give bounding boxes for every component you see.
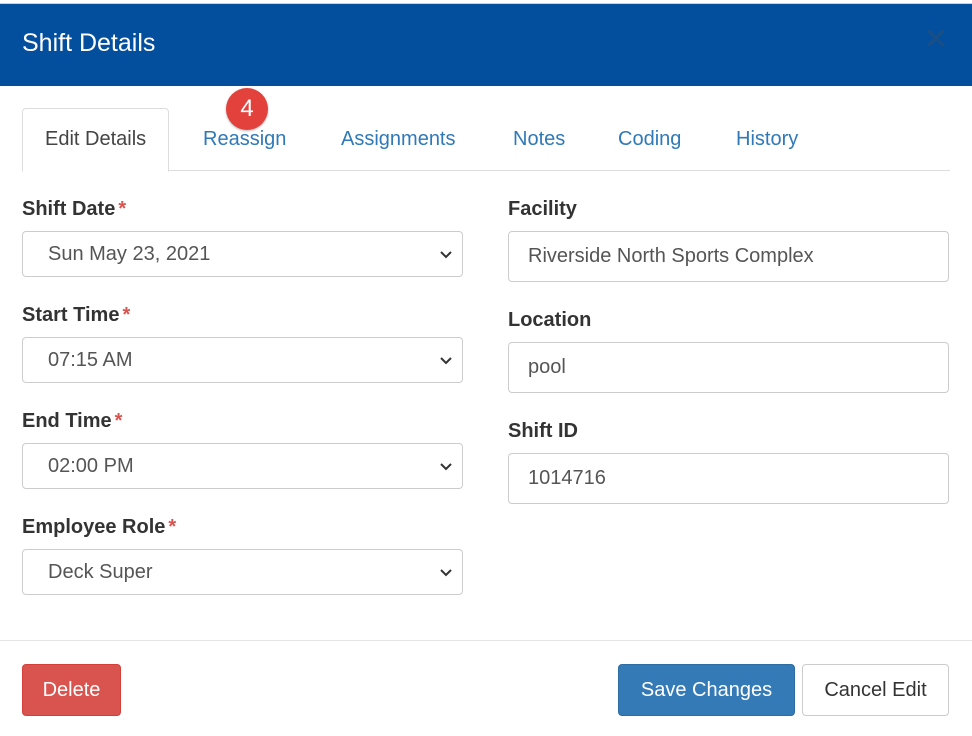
chevron-down-icon — [440, 251, 452, 259]
employee-role-select[interactable]: Deck Super — [22, 549, 463, 595]
tab-bar: Edit Details Reassign Assignments Notes … — [22, 108, 950, 172]
tab-history[interactable]: History — [714, 108, 820, 171]
required-mark: * — [118, 198, 127, 220]
shift-id-field[interactable]: 1014716 — [508, 453, 949, 504]
location-label: Location — [508, 309, 592, 331]
delete-button[interactable]: Delete — [22, 664, 121, 716]
tab-coding[interactable]: Coding — [596, 108, 703, 171]
required-mark: * — [114, 410, 123, 432]
end-time-select[interactable]: 02:00 PM — [22, 443, 463, 489]
employee-role-label: Employee Role * — [22, 515, 176, 539]
end-time-value: 02:00 PM — [48, 455, 134, 477]
modal-title: Shift Details — [22, 29, 156, 57]
employee-role-label-text: Employee Role — [22, 516, 166, 538]
modal-header: Shift Details ✕ — [0, 4, 972, 86]
required-mark: * — [122, 304, 131, 326]
start-time-value: 07:15 AM — [48, 349, 133, 371]
shift-date-label-text: Shift Date — [22, 198, 116, 220]
shift-id-label: Shift ID — [508, 420, 578, 442]
cancel-edit-button[interactable]: Cancel Edit — [802, 664, 949, 716]
employee-role-value: Deck Super — [48, 561, 153, 583]
tab-edit-details[interactable]: Edit Details — [22, 108, 170, 172]
location-field[interactable]: pool — [508, 342, 949, 393]
chevron-down-icon — [440, 569, 452, 577]
required-mark: * — [168, 516, 177, 538]
shift-details-modal: Shift Details ✕ Edit Details Reassign As… — [0, 0, 972, 736]
close-icon[interactable]: ✕ — [922, 25, 950, 55]
location-value: pool — [528, 356, 566, 378]
facility-field[interactable]: Riverside North Sports Complex — [508, 231, 949, 282]
shift-id-value: 1014716 — [528, 467, 606, 489]
facility-label: Facility — [508, 198, 577, 220]
chevron-down-icon — [440, 357, 452, 365]
start-time-label-text: Start Time — [22, 304, 120, 326]
tab-notes[interactable]: Notes — [491, 108, 587, 171]
start-time-label: Start Time * — [22, 303, 130, 327]
end-time-label-text: End Time — [22, 410, 112, 432]
chevron-down-icon — [440, 463, 452, 471]
tab-assignments[interactable]: Assignments — [319, 108, 478, 171]
save-changes-button[interactable]: Save Changes — [618, 664, 795, 716]
start-time-select[interactable]: 07:15 AM — [22, 337, 463, 383]
shift-date-value: Sun May 23, 2021 — [48, 243, 211, 265]
end-time-label: End Time * — [22, 409, 122, 433]
shift-date-select[interactable]: Sun May 23, 2021 — [22, 231, 463, 277]
footer-divider — [0, 640, 972, 641]
reassign-count-badge: 4 — [226, 88, 268, 130]
shift-date-label: Shift Date * — [22, 197, 126, 221]
facility-value: Riverside North Sports Complex — [528, 245, 814, 267]
